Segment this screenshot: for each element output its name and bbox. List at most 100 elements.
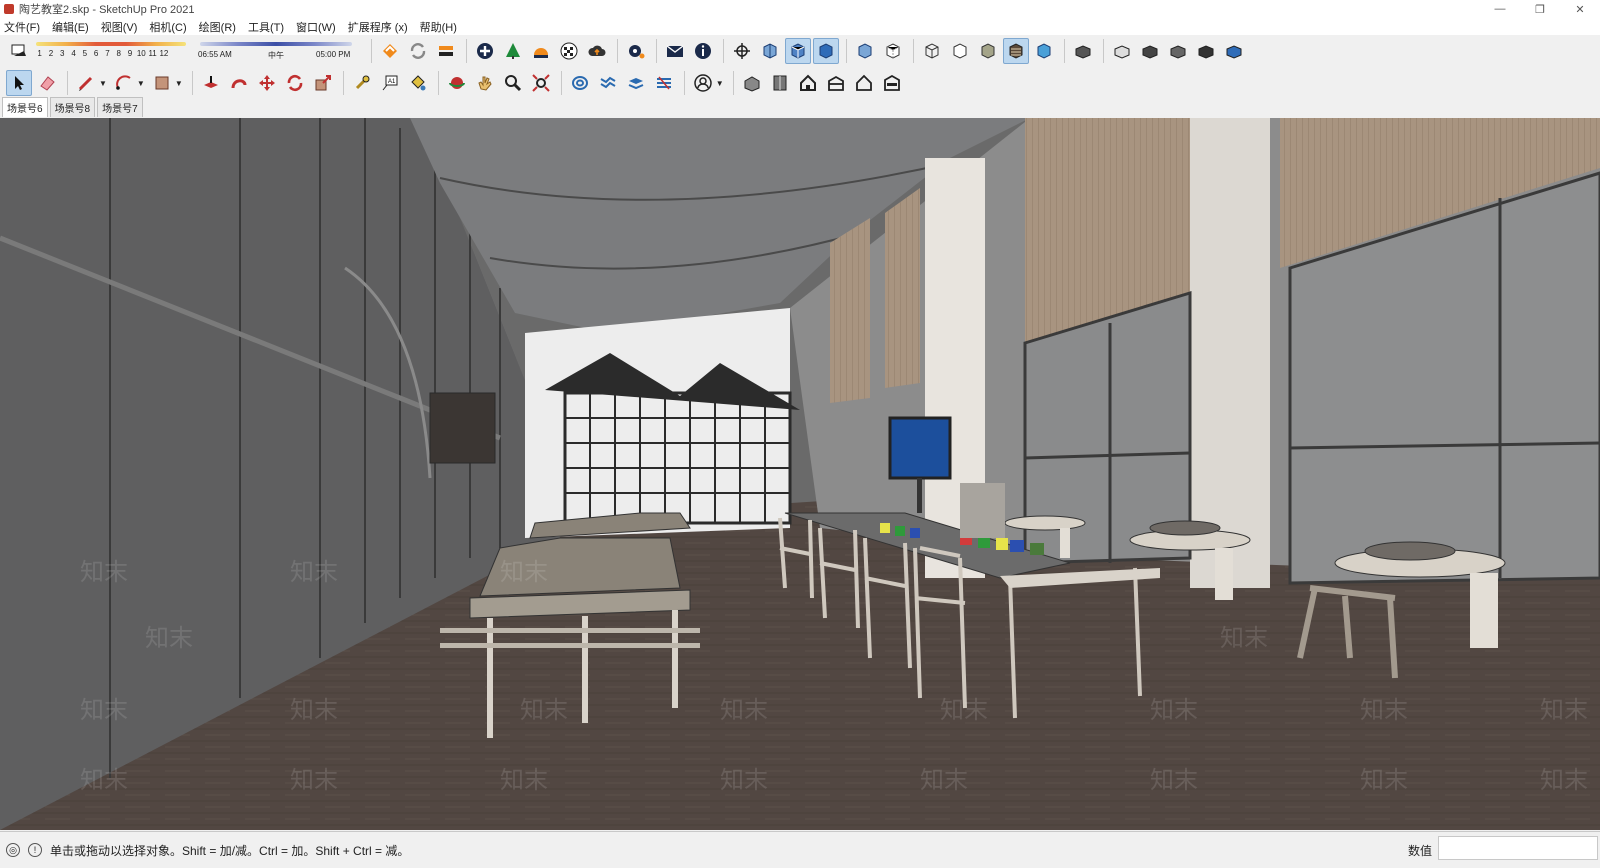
hidden-line-button[interactable] [947, 38, 973, 64]
wall-tv [888, 416, 952, 480]
watermark: 知末 [940, 697, 988, 724]
right-view-button[interactable] [1165, 38, 1191, 64]
rectangle-tool-button[interactable] [149, 70, 175, 96]
watermark: 知末 [920, 767, 968, 794]
send-feedback-button[interactable] [662, 38, 688, 64]
shaded-button[interactable] [975, 38, 1001, 64]
follow-me-button[interactable] [226, 70, 252, 96]
info-button[interactable] [690, 38, 716, 64]
cloud-upload-button[interactable] [584, 38, 610, 64]
section-fill-button[interactable] [813, 38, 839, 64]
warehouse-button[interactable] [377, 38, 403, 64]
menu-tools[interactable]: 工具(T) [248, 19, 290, 35]
orbit-tool-button[interactable] [444, 70, 470, 96]
model-viewport[interactable]: 知末 知末 知末 知末 知末 知末 知末 知末 知末 知末 知末 知末 知末 知… [0, 118, 1600, 830]
menu-help[interactable]: 帮助(H) [420, 19, 463, 35]
info-icon[interactable]: ! [28, 843, 42, 857]
menu-draw[interactable]: 绘图(R) [199, 19, 242, 35]
scale-tool-button[interactable] [310, 70, 336, 96]
move-tool-button[interactable] [254, 70, 280, 96]
push-pull-button[interactable] [198, 70, 224, 96]
house-outline-button[interactable] [851, 70, 877, 96]
push-pull-icon [203, 76, 218, 88]
component-book-button[interactable] [767, 70, 793, 96]
terrain-button[interactable] [500, 38, 526, 64]
text-tool-button[interactable]: A1 [377, 70, 403, 96]
shadow-time-slider[interactable]: 06:55 AM 中午 05:00 PM [198, 37, 358, 65]
wireframe-button[interactable] [919, 38, 945, 64]
scene-tab-8[interactable]: 场景号8 [49, 97, 96, 117]
menu-view[interactable]: 视图(V) [101, 19, 144, 35]
shadows-toggle-button[interactable] [6, 38, 32, 64]
time-slider-track[interactable] [200, 42, 352, 46]
zoom-tool-button[interactable] [500, 70, 526, 96]
time-start-label: 06:55 AM [198, 50, 232, 59]
tree-icon [506, 43, 520, 59]
front-view-button[interactable] [1137, 38, 1163, 64]
menu-file[interactable]: 文件(F) [4, 19, 46, 35]
axes-button[interactable] [729, 38, 755, 64]
back-view-button[interactable] [1193, 38, 1219, 64]
magnifier-icon [504, 75, 521, 92]
building-button[interactable] [823, 70, 849, 96]
classroom-render[interactable]: 知末 知末 知末 知末 知末 知末 知末 知末 知末 知末 知末 知末 知末 知… [0, 118, 1600, 830]
month-tick: 5 [82, 49, 88, 58]
month-slider-track[interactable] [36, 42, 186, 46]
scene-tab-6[interactable]: 场景号6 [2, 97, 48, 117]
restore-button[interactable]: ❐ [1520, 0, 1560, 18]
monochrome-button[interactable] [1031, 38, 1057, 64]
measurements-input[interactable] [1438, 836, 1598, 860]
line-tool-button[interactable] [73, 70, 99, 96]
section-display-button[interactable] [785, 38, 811, 64]
geo-location-icon[interactable]: ◎ [6, 843, 20, 857]
xray-style-button[interactable] [852, 38, 878, 64]
share-model-button[interactable] [433, 38, 459, 64]
shaded-textures-button[interactable] [1003, 38, 1029, 64]
checker-button[interactable] [556, 38, 582, 64]
select-tool-button[interactable] [6, 70, 32, 96]
close-button[interactable]: ✕ [1560, 0, 1600, 18]
watermark: 知末 [290, 559, 338, 586]
sandbox-scratch-button[interactable] [595, 70, 621, 96]
sculpture-pedestal [960, 483, 1005, 538]
top-view-button[interactable] [1109, 38, 1135, 64]
zoom-extents-button[interactable] [528, 70, 554, 96]
account-button[interactable] [690, 70, 716, 96]
storefront-button[interactable] [879, 70, 905, 96]
minimize-button[interactable]: — [1480, 0, 1520, 18]
extension-settings-button[interactable] [623, 38, 649, 64]
paint-bucket-button[interactable] [405, 70, 431, 96]
month-tick: 3 [60, 49, 65, 58]
scene-tab-7[interactable]: 场景号7 [97, 97, 143, 117]
sandbox-smoove-button[interactable] [623, 70, 649, 96]
info-icon [695, 43, 711, 59]
rotate-tool-button[interactable] [282, 70, 308, 96]
section-plane-button[interactable] [757, 38, 783, 64]
menu-camera[interactable]: 相机(C) [149, 19, 192, 35]
photo-textures-button[interactable] [528, 38, 554, 64]
tape-measure-button[interactable] [349, 70, 375, 96]
back-edges-button[interactable] [880, 38, 906, 64]
eraser-tool-button[interactable] [34, 70, 60, 96]
left-view-button[interactable] [1221, 38, 1247, 64]
pan-tool-button[interactable] [472, 70, 498, 96]
shadow-month-slider[interactable]: 1 2 3 4 5 6 7 8 9 10 11 12 [34, 37, 190, 65]
home-view-button[interactable] [795, 70, 821, 96]
menu-window[interactable]: 窗口(W) [296, 19, 342, 35]
watermark: 知末 [80, 697, 128, 724]
iso-view-button[interactable] [1070, 38, 1096, 64]
chevron-down-icon[interactable]: ▼ [99, 79, 107, 88]
menu-edit[interactable]: 编辑(E) [52, 19, 95, 35]
warehouse-components-button[interactable] [739, 70, 765, 96]
toolbar-separator [683, 71, 685, 95]
sync-button[interactable] [405, 38, 431, 64]
sandbox-from-contours-button[interactable] [567, 70, 593, 96]
arc-tool-button[interactable] [111, 70, 137, 96]
chevron-down-icon[interactable]: ▼ [175, 79, 183, 88]
shadow-icon [11, 44, 26, 56]
chevron-down-icon[interactable]: ▼ [137, 79, 145, 88]
menu-extensions[interactable]: 扩展程序 (x) [348, 19, 414, 35]
sandbox-flip-button[interactable] [651, 70, 677, 96]
add-location-button[interactable] [472, 38, 498, 64]
chevron-down-icon[interactable]: ▼ [716, 79, 724, 88]
